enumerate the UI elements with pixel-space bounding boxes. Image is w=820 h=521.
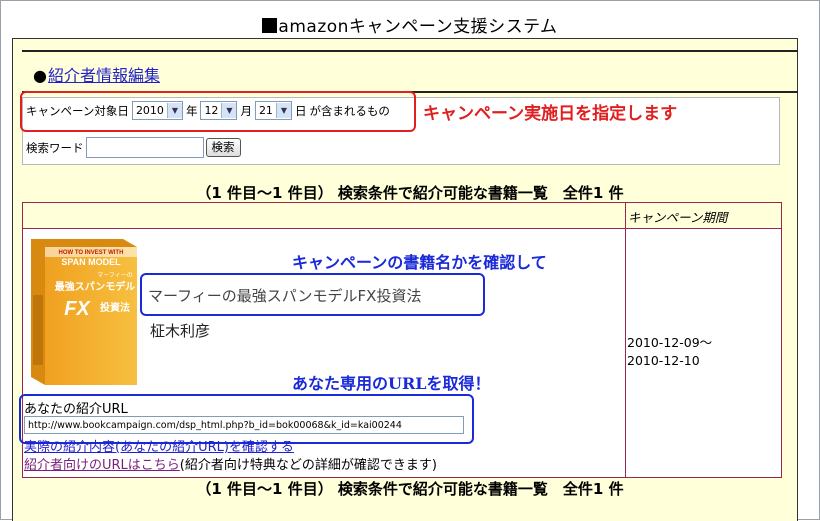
table-column-divider [625,203,626,477]
edit-referrer-link[interactable]: 紹介者情報編集 [48,66,160,85]
title-annotation-text: キャンペーンの書籍名かを確認して [292,253,547,272]
book-author: 柾木利彦 [150,322,211,340]
cover-tail-text: 投資法 [100,301,130,314]
cover-main-text: 最強スパンモデル [55,280,136,293]
divider-top [22,50,798,52]
date-annotation-text: キャンペーン実施日を指定します [423,104,678,124]
keyword-row: 検索ワード 検索 [26,137,241,158]
cover-top2-text: SPAN MODEL [61,257,121,267]
period-start: 2010-12-09〜 [627,335,713,350]
referral-url-label: あなたの紹介URL [24,402,128,417]
period-column-header: キャンペーン期間 [628,210,728,225]
edit-referrer-link-row: ●紹介者情報編集 [33,62,160,86]
cover-fx-text: FX [64,298,91,320]
view-actual-content-link[interactable]: 実際の紹介内容(あなたの紹介URL)を確認する [24,436,294,455]
referral-url-field[interactable]: http://www.bookcampaign.com/dsp_html.php… [24,416,464,434]
cover-top-text: HOW TO INVEST WITH [59,250,124,256]
referrer-url-link[interactable]: 紹介者向けのURLはこちら [24,458,180,473]
keyword-input[interactable] [85,137,204,158]
book-title: マーフィーの最強スパンモデルFX投資法 [148,287,422,305]
url-annotation-text: あなた専用のURLを取得！ [292,374,491,393]
campaign-period: 2010-12-09〜 2010-12-10 [627,334,712,370]
black-square-icon [262,18,278,33]
spine-band [33,295,43,365]
period-end: 2010-12-10 [627,353,700,368]
result-count-bottom: （1 件目〜1 件目） 検索条件で紹介可能な書籍一覧 全件1 件 [196,480,624,498]
keyword-label: 検索ワード [26,140,84,155]
date-annotation-box [20,91,416,132]
result-count-top: （1 件目〜1 件目） 検索条件で紹介可能な書籍一覧 全件1 件 [196,184,624,202]
referrer-url-row: 紹介者向けのURLはこちら(紹介者向け特典などの詳細が確認できます) [24,454,437,473]
book-cover-image[interactable]: HOW TO INVEST WITH SPAN MODEL マーフィーの 最強ス… [25,235,137,385]
page-title: amazonキャンペーン支援システム [0,12,820,37]
book-front [45,247,137,385]
search-button[interactable]: 検索 [205,138,241,157]
cover-subtitle-text: マーフィーの [97,272,133,279]
referrer-url-note: (紹介者向け特典などの詳細が確認できます) [179,458,437,473]
bullet-icon: ● [33,66,47,85]
